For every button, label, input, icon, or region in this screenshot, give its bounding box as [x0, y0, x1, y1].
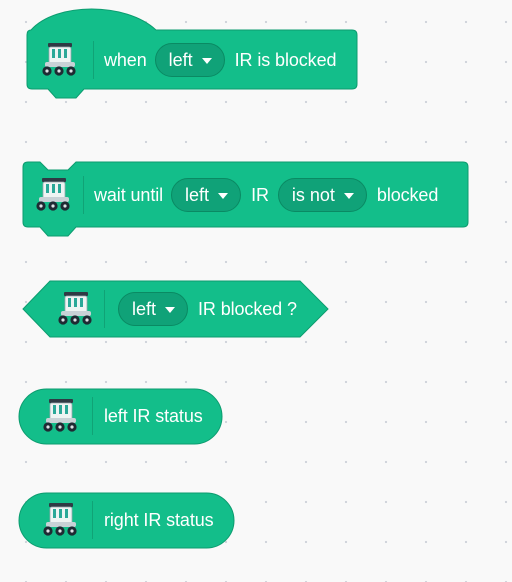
block-text-wait-until: wait until	[94, 184, 164, 205]
robot-car-icon	[43, 503, 77, 536]
block-text-right-ir-status: right IR status	[104, 509, 214, 530]
icon-separator	[83, 176, 84, 214]
block-text-ir: IR	[251, 184, 269, 205]
chevron-down-icon	[218, 193, 229, 199]
chevron-down-icon	[165, 307, 176, 313]
side-dropdown-value: left	[168, 49, 193, 70]
side-dropdown-value: left	[132, 298, 157, 319]
ir-blocked-boolean-block[interactable]: left IR blocked ?	[22, 280, 330, 340]
condition-dropdown-value: is not	[291, 184, 335, 205]
icon-separator	[104, 290, 105, 328]
condition-dropdown[interactable]: is not	[277, 178, 367, 212]
right-ir-status-reporter-block[interactable]: right IR status	[18, 492, 236, 550]
robot-car-icon	[42, 43, 76, 76]
side-dropdown[interactable]: left	[171, 178, 242, 212]
block-text-ir-blocked: IR blocked ?	[198, 298, 297, 319]
chevron-down-icon	[343, 193, 354, 199]
robot-car-icon	[43, 399, 77, 432]
chevron-down-icon	[201, 58, 212, 64]
side-dropdown[interactable]: left	[154, 43, 225, 77]
left-ir-status-reporter-block[interactable]: left IR status	[18, 388, 224, 446]
icon-separator	[93, 41, 94, 79]
block-text-ir-is-blocked: IR is blocked	[234, 49, 337, 70]
icon-separator	[92, 397, 93, 435]
robot-car-icon	[58, 292, 92, 325]
when-ir-blocked-hat-block[interactable]: when left IR is blocked	[26, 8, 358, 99]
robot-car-icon	[36, 178, 70, 211]
wait-until-ir-stack-block[interactable]: wait until left IR is not blocked	[22, 160, 472, 240]
block-text-left-ir-status: left IR status	[104, 405, 203, 426]
side-dropdown[interactable]: left	[118, 292, 189, 326]
block-text-when: when	[104, 49, 147, 70]
icon-separator	[92, 501, 93, 539]
side-dropdown-value: left	[185, 184, 210, 205]
block-text-blocked: blocked	[376, 184, 439, 205]
